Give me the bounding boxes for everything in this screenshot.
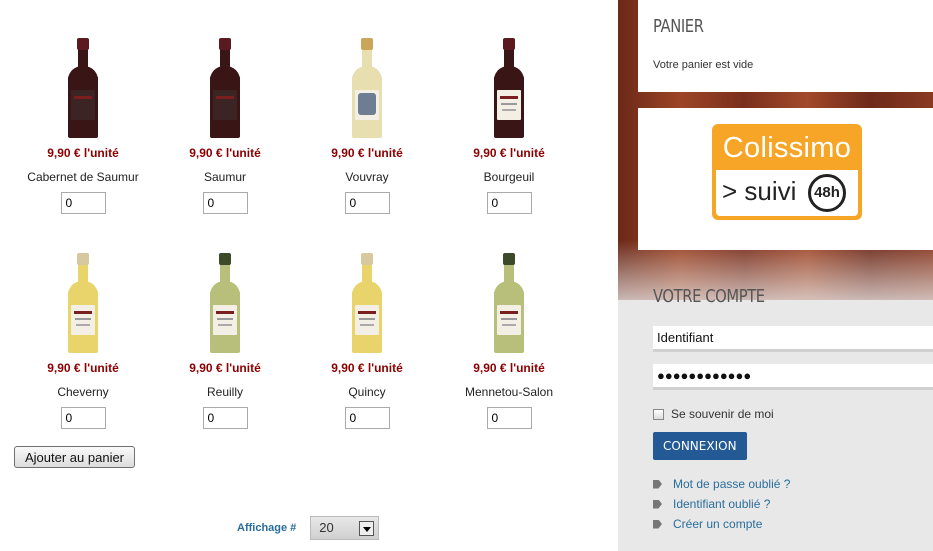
password-field[interactable] [653, 364, 933, 390]
wine-bottle-icon [210, 38, 240, 138]
sidebar: Panier Votre panier est vide Colissimo >… [618, 0, 933, 551]
quantity-input[interactable] [60, 407, 106, 429]
product-price: 9,90 € l'unité [473, 146, 545, 160]
wine-bottle-icon [352, 253, 382, 353]
chevron-down-icon[interactable] [359, 521, 375, 536]
product-name[interactable]: Vouvray [296, 170, 438, 184]
link-label[interactable]: Créer un compte [673, 517, 762, 531]
product-price: 9,90 € l'unité [189, 361, 261, 375]
wine-bottle-icon [352, 38, 382, 138]
product-name[interactable]: Reuilly [154, 385, 296, 399]
product-price: 9,90 € l'unité [331, 361, 403, 375]
colissimo-48h-badge: 48h [808, 174, 846, 212]
product-row: 9,90 € l'unitéCabernet de Saumur9,90 € l… [12, 28, 582, 243]
forgot-username-link[interactable]: Identifiant oublié ? [653, 494, 790, 514]
account-links: Mot de passe oublié ? Identifiant oublié… [653, 474, 790, 534]
wine-bottle-icon [68, 253, 98, 353]
add-to-cart-button[interactable]: Ajouter au panier [14, 446, 136, 468]
bullet-icon [653, 519, 662, 529]
shipping-banner: Colissimo > suivi 48h [638, 108, 933, 250]
remember-me-checkbox[interactable] [653, 408, 664, 420]
product-name[interactable]: Cabernet de Saumur [12, 170, 154, 184]
link-label[interactable]: Identifiant oublié ? [673, 497, 770, 511]
product-name[interactable]: Cheverny [12, 385, 154, 399]
quantity-input[interactable] [344, 192, 390, 214]
product-image[interactable] [296, 28, 438, 138]
account-title: Votre compte [653, 286, 765, 307]
product-card: 9,90 € l'unité Bourgeuil [438, 28, 580, 243]
product-grid: 9,90 € l'unitéCabernet de Saumur9,90 € l… [12, 28, 582, 458]
pagination-limit: Affichage # 20 [237, 516, 380, 540]
cart-title: Panier [653, 16, 704, 37]
product-card: 9,90 € l'unité Saumur [154, 28, 296, 243]
remember-me[interactable]: Se souvenir de moi [653, 407, 774, 421]
product-image[interactable] [12, 28, 154, 138]
quantity-input[interactable] [202, 192, 248, 214]
remember-me-label: Se souvenir de moi [671, 407, 774, 421]
product-image[interactable] [154, 243, 296, 353]
bullet-icon [653, 499, 662, 509]
wine-bottle-icon [494, 38, 524, 138]
product-name[interactable]: Saumur [154, 170, 296, 184]
forgot-password-link[interactable]: Mot de passe oublié ? [653, 474, 790, 494]
colissimo-logo-title: Colissimo [722, 132, 852, 164]
product-image[interactable] [296, 243, 438, 353]
cart-empty-message: Votre panier est vide [653, 59, 754, 71]
product-price: 9,90 € l'unité [47, 146, 119, 160]
product-card: 9,90 € l'unité Quincy [296, 243, 438, 458]
product-card: 9,90 € l'unité Mennetou-Salon [438, 243, 580, 458]
wine-bottle-icon [210, 253, 240, 353]
wine-bottle-icon [494, 253, 524, 353]
product-price: 9,90 € l'unité [189, 146, 261, 160]
login-button[interactable]: Connexion [653, 432, 747, 460]
create-account-link[interactable]: Créer un compte [653, 514, 790, 534]
product-image[interactable] [438, 243, 580, 353]
product-card: 9,90 € l'unité Cheverny [12, 243, 154, 458]
product-image[interactable] [12, 243, 154, 353]
product-card: 9,90 € l'unité Vouvray [296, 28, 438, 243]
colissimo-logo: Colissimo > suivi 48h [712, 124, 862, 220]
product-price: 9,90 € l'unité [47, 361, 119, 375]
account-module: Votre compte Se souvenir de moi Connexio… [638, 270, 933, 531]
affichage-label: Affichage # [237, 522, 297, 534]
quantity-input[interactable] [60, 192, 106, 214]
username-input[interactable] [653, 326, 933, 352]
product-name[interactable]: Mennetou-Salon [438, 385, 580, 399]
product-price: 9,90 € l'unité [473, 361, 545, 375]
product-price: 9,90 € l'unité [331, 146, 403, 160]
link-label[interactable]: Mot de passe oublié ? [673, 477, 790, 491]
limit-select[interactable]: 20 [310, 516, 380, 540]
quantity-input[interactable] [486, 407, 532, 429]
quantity-input[interactable] [486, 192, 532, 214]
product-name[interactable]: Bourgeuil [438, 170, 580, 184]
wine-bottle-icon [68, 38, 98, 138]
product-card: 9,90 € l'unité Reuilly [154, 243, 296, 458]
colissimo-logo-tracking: > suivi 48h [716, 170, 858, 216]
quantity-input[interactable] [344, 407, 390, 429]
bullet-icon [653, 479, 662, 489]
product-row: 9,90 € l'unité Cheverny 9,90 € l'unité Reui… [12, 243, 582, 458]
cart-module: Panier Votre panier est vide [638, 0, 933, 92]
product-area: 9,90 € l'unitéCabernet de Saumur9,90 € l… [0, 0, 618, 551]
colissimo-suivi: > suivi [722, 176, 797, 206]
product-card: 9,90 € l'unité Cabernet de Saumur [12, 28, 154, 243]
quantity-input[interactable] [202, 407, 248, 429]
limit-select-value: 20 [319, 520, 334, 535]
product-name[interactable]: Quincy [296, 385, 438, 399]
product-image[interactable] [438, 28, 580, 138]
product-image[interactable] [154, 28, 296, 138]
